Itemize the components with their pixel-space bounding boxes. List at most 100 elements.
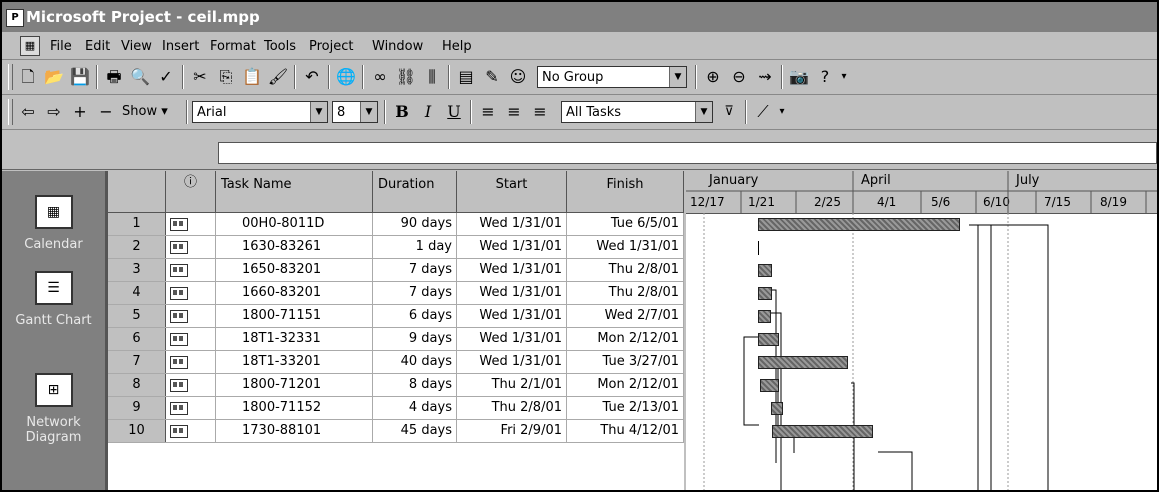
menu-file[interactable]: File	[50, 39, 72, 54]
row-id[interactable]: 5	[108, 305, 166, 327]
indent-icon[interactable]: ⇨	[42, 101, 66, 123]
select-all-corner[interactable]	[108, 171, 166, 213]
spelling-icon[interactable]: ✓	[154, 66, 178, 88]
zoom-out-icon[interactable]: ⊖	[727, 66, 751, 88]
underline-icon[interactable]: U	[442, 101, 466, 123]
start-cell[interactable]: Wed 1/31/01	[457, 351, 567, 373]
task-name-cell[interactable]: 1730-88101	[216, 420, 373, 442]
assign-resources-icon[interactable]: ☺	[506, 66, 530, 88]
align-center-icon[interactable]: ≡	[502, 101, 526, 123]
task-name-header[interactable]: Task Name	[216, 171, 373, 213]
row-id[interactable]: 1	[108, 213, 166, 235]
indicator-cell[interactable]	[166, 397, 216, 419]
duration-cell[interactable]: 90 days	[373, 213, 457, 235]
gantt-task-bar[interactable]	[758, 310, 771, 323]
unlink-tasks-icon[interactable]: ⛓	[394, 66, 418, 88]
task-name-cell[interactable]: 1800-71201	[216, 374, 373, 396]
finish-cell[interactable]: Thu 2/8/01	[567, 259, 684, 281]
start-cell[interactable]: Wed 1/31/01	[457, 282, 567, 304]
indicator-cell[interactable]	[166, 259, 216, 281]
new-icon[interactable]: 🗋	[16, 66, 40, 88]
duration-header[interactable]: Duration	[373, 171, 457, 213]
link-tasks-icon[interactable]: ∞	[368, 66, 392, 88]
table-row[interactable]: 10 1730-88101 45 days Fri 2/9/01 Thu 4/12/01	[108, 420, 684, 443]
finish-header[interactable]: Finish	[567, 171, 684, 213]
entry-field[interactable]	[218, 142, 1157, 164]
menu-view[interactable]: View	[121, 39, 152, 54]
document-menu-icon[interactable]: ▦	[20, 36, 40, 56]
duration-cell[interactable]: 9 days	[373, 328, 457, 350]
chevron-down-icon[interactable]: ▼	[669, 67, 686, 87]
outdent-icon[interactable]: ⇦	[16, 101, 40, 123]
gantt-task-bar[interactable]	[772, 425, 873, 438]
help-icon[interactable]: ?	[813, 66, 837, 88]
insert-hyperlink-icon[interactable]: 🌐	[334, 66, 358, 88]
table-row[interactable]: 1 00H0-8011D 90 days Wed 1/31/01 Tue 6/5/01	[108, 213, 684, 236]
duration-cell[interactable]: 6 days	[373, 305, 457, 327]
indicator-cell[interactable]	[166, 351, 216, 373]
duration-cell[interactable]: 4 days	[373, 397, 457, 419]
indicators-header[interactable]: ⓘ	[166, 171, 216, 213]
start-cell[interactable]: Wed 1/31/01	[457, 259, 567, 281]
finish-cell[interactable]: Wed 1/31/01	[567, 236, 684, 258]
goto-selected-task-icon[interactable]: ⇝	[753, 66, 777, 88]
gantt-wizard-icon[interactable]: ⟋	[751, 101, 775, 123]
font-select[interactable]: Arial ▼	[192, 101, 328, 123]
task-name-cell[interactable]: 1800-71151	[216, 305, 373, 327]
view-network-diagram[interactable]: ⊞ Network Diagram	[2, 373, 105, 445]
row-id[interactable]: 6	[108, 328, 166, 350]
zoom-in-icon[interactable]: ⊕	[701, 66, 725, 88]
indicator-cell[interactable]	[166, 374, 216, 396]
save-icon[interactable]: 💾	[68, 66, 92, 88]
chevron-down-icon[interactable]: ▼	[310, 102, 327, 122]
duration-cell[interactable]: 1 day	[373, 236, 457, 258]
table-row[interactable]: 7 18T1-33201 40 days Wed 1/31/01 Tue 3/27/01	[108, 351, 684, 374]
menu-project[interactable]: Project	[309, 39, 353, 54]
hide-subtasks-icon[interactable]: −	[94, 101, 118, 123]
table-row[interactable]: 6 18T1-32331 9 days Wed 1/31/01 Mon 2/12/01	[108, 328, 684, 351]
menu-window[interactable]: Window	[372, 39, 423, 54]
filter-select[interactable]: All Tasks ▼	[561, 101, 713, 123]
finish-cell[interactable]: Mon 2/12/01	[567, 328, 684, 350]
indicator-cell[interactable]	[166, 213, 216, 235]
format-painter-icon[interactable]: 🖌	[266, 66, 290, 88]
split-task-icon[interactable]: ⫼	[420, 66, 444, 88]
task-name-cell[interactable]: 00H0-8011D	[216, 213, 373, 235]
menu-format[interactable]: Format	[210, 39, 256, 54]
indicator-cell[interactable]	[166, 236, 216, 258]
chevron-down-icon[interactable]: ▼	[695, 102, 712, 122]
table-row[interactable]: 4 1660-83201 7 days Wed 1/31/01 Thu 2/8/01	[108, 282, 684, 305]
menu-insert[interactable]: Insert	[162, 39, 199, 54]
task-name-cell[interactable]: 18T1-32331	[216, 328, 373, 350]
gantt-task-bar[interactable]	[758, 264, 772, 277]
gantt-task-bar[interactable]	[771, 402, 783, 415]
show-subtasks-icon[interactable]: +	[68, 101, 92, 123]
duration-cell[interactable]: 7 days	[373, 259, 457, 281]
indicator-cell[interactable]	[166, 420, 216, 442]
copy-picture-icon[interactable]: 📷	[787, 66, 811, 88]
copy-icon[interactable]: ⎘	[214, 66, 238, 88]
print-icon[interactable]: 🖶	[102, 66, 126, 88]
indicator-cell[interactable]	[166, 328, 216, 350]
align-right-icon[interactable]: ≡	[528, 101, 552, 123]
finish-cell[interactable]: Mon 2/12/01	[567, 374, 684, 396]
start-cell[interactable]: Thu 2/8/01	[457, 397, 567, 419]
finish-cell[interactable]: Tue 2/13/01	[567, 397, 684, 419]
toolbar-options-icon[interactable]: ▾	[775, 101, 789, 123]
undo-icon[interactable]: ↶	[300, 66, 324, 88]
indicator-cell[interactable]	[166, 282, 216, 304]
row-id[interactable]: 4	[108, 282, 166, 304]
task-information-icon[interactable]: ▤	[454, 66, 478, 88]
task-notes-icon[interactable]: ✎	[480, 66, 504, 88]
duration-cell[interactable]: 8 days	[373, 374, 457, 396]
table-row[interactable]: 3 1650-83201 7 days Wed 1/31/01 Thu 2/8/01	[108, 259, 684, 282]
row-id[interactable]: 10	[108, 420, 166, 442]
start-cell[interactable]: Wed 1/31/01	[457, 213, 567, 235]
autofilter-icon[interactable]: ⊽	[717, 101, 741, 123]
paste-icon[interactable]: 📋	[240, 66, 264, 88]
align-left-icon[interactable]: ≡	[476, 101, 500, 123]
gantt-task-bar[interactable]	[758, 356, 848, 369]
table-row[interactable]: 9 1800-71152 4 days Thu 2/8/01 Tue 2/13/01	[108, 397, 684, 420]
bold-icon[interactable]: B	[390, 101, 414, 123]
start-cell[interactable]: Wed 1/31/01	[457, 328, 567, 350]
